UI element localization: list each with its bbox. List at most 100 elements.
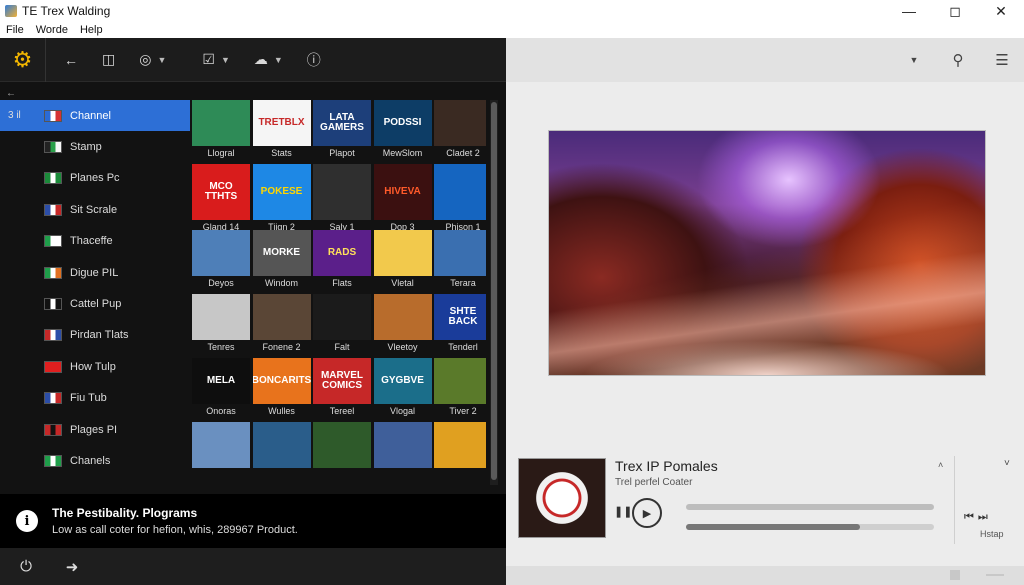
channel-tile[interactable]: Tiver 2 <box>434 358 486 418</box>
status-square <box>950 570 960 580</box>
flag-icon <box>44 392 62 405</box>
sidebar-item[interactable]: How Tulp <box>0 351 190 382</box>
sidebar-back[interactable]: ← <box>6 88 16 99</box>
channel-tile[interactable] <box>434 422 486 482</box>
flag-icon <box>44 203 62 216</box>
channel-tile[interactable]: RADS Flats <box>313 230 371 290</box>
search-icon[interactable]: ⚲ <box>936 38 980 82</box>
channel-thumbnail <box>313 294 371 340</box>
channel-tile[interactable]: Saly 1Hagats <box>313 164 371 241</box>
channel-tile[interactable]: Vletal <box>373 230 432 290</box>
channel-tile[interactable]: MARVEL COMICS Tereel <box>313 358 371 418</box>
close-icon[interactable]: ✕ <box>978 0 1024 22</box>
sidebar-item[interactable]: 3 il Channel <box>0 100 190 132</box>
channel-tile[interactable]: Tenres <box>192 294 250 354</box>
channel-thumbnail: GYGBVE <box>373 358 432 404</box>
seek-bar[interactable] <box>686 504 934 510</box>
forward-arrow-icon[interactable]: ➜ <box>52 558 92 576</box>
channel-caption: Tiver 2 <box>449 406 477 416</box>
channel-tile[interactable] <box>313 422 371 482</box>
flag-icon <box>44 235 62 248</box>
channel-thumbnail <box>434 358 486 404</box>
scrollbar-thumb[interactable] <box>491 102 497 480</box>
channel-caption: Vlogal <box>389 406 416 416</box>
volume-bar[interactable] <box>686 524 934 530</box>
grid-scrollbar[interactable] <box>490 100 498 485</box>
minimize-icon[interactable]: — <box>886 0 932 22</box>
play-button[interactable]: ▶ <box>632 498 662 528</box>
globe-icon[interactable]: ◎ ▼ <box>127 38 178 82</box>
channel-tile[interactable]: HIVEVADop 3Prosters <box>373 164 432 241</box>
bottom-bar: ⏻ ➜ <box>0 548 506 585</box>
channel-thumbnail: SHTE BACK <box>434 294 486 340</box>
sidebar-item[interactable]: Fiu Tub <box>0 383 190 414</box>
channel-tile[interactable]: PODSSI MewSlom <box>373 100 432 160</box>
app-icon <box>5 5 17 17</box>
gear-icon[interactable]: ⚙ <box>0 37 46 82</box>
dropdown-caret-icon[interactable]: ▼ <box>892 38 936 82</box>
sidebar-item[interactable]: Sit Scrale <box>0 194 190 225</box>
maximize-icon[interactable]: ◻ <box>932 0 978 22</box>
cloud-icon[interactable]: ☁ ▼ <box>242 38 295 82</box>
channel-caption: Cladet 2 <box>446 148 480 158</box>
track-title: Trex IP Pomales <box>615 458 718 474</box>
chevron-down-icon[interactable]: ˅ <box>1004 458 1010 469</box>
channel-tile[interactable]: MELA Onoras <box>192 358 250 418</box>
split-view-icon[interactable]: ◫ <box>90 38 127 82</box>
channel-tile[interactable]: Phison 1Dersemhsin <box>434 164 486 241</box>
channel-thumbnail <box>313 422 371 468</box>
channel-tile[interactable]: Cladet 2 <box>434 100 486 160</box>
channel-tile[interactable]: LATA GAMERS Plapot <box>313 100 371 160</box>
sidebar-item[interactable]: Chanels <box>0 445 190 476</box>
flag-icon <box>44 329 62 342</box>
chevron-up-icon[interactable]: ˄ <box>938 460 943 470</box>
channel-tile[interactable] <box>252 422 311 482</box>
sidebar-item[interactable]: Thaceffe <box>0 226 190 257</box>
channel-tile[interactable]: BONCARITS Wulles <box>252 358 311 418</box>
sidebar-item[interactable]: Stamp <box>0 131 190 162</box>
sidebar: 3 il Channel Stamp Planes Pc Sit Scrale Thace… <box>0 100 190 485</box>
channel-tile[interactable]: TRETBLX Stats <box>252 100 311 160</box>
flag-icon <box>44 266 62 279</box>
sidebar-item[interactable]: Digue PIL <box>0 257 190 288</box>
menu-worde[interactable]: Worde <box>30 24 74 36</box>
skip-controls[interactable]: ⏮⏭ <box>964 511 992 524</box>
channel-tile[interactable]: SHTE BACK Tenderl <box>434 294 486 354</box>
window-title: TE Trex Walding <box>22 4 111 18</box>
sidebar-item[interactable]: Pirdan Tlats <box>0 320 190 351</box>
right-toolbar: ▼ ⚲ ☰ <box>506 38 1024 82</box>
edit-icon[interactable]: ☑ ▼ <box>190 38 241 82</box>
channel-tile[interactable] <box>192 422 250 482</box>
power-icon[interactable]: ⏻ <box>6 558 46 575</box>
channel-thumbnail: PODSSI <box>373 100 432 146</box>
channel-tile[interactable]: GYGBVE Vlogal <box>373 358 432 418</box>
channel-thumbnail <box>434 422 486 468</box>
channel-tile[interactable]: Terara <box>434 230 486 290</box>
channel-tile[interactable]: Vleetoy <box>373 294 432 354</box>
sidebar-item[interactable]: Plages PI <box>0 414 190 445</box>
sidebar-item-label: Fiu Tub <box>70 392 107 405</box>
channel-tile[interactable]: POKESETiign 2Program <box>252 164 311 241</box>
flag-icon <box>44 423 62 436</box>
channel-tile[interactable] <box>373 422 432 482</box>
channel-tile[interactable]: Deyos <box>192 230 250 290</box>
menu-file[interactable]: File <box>0 24 30 36</box>
channel-tile[interactable]: Llogral <box>192 100 250 160</box>
channel-thumbnail <box>434 164 486 220</box>
channel-tile[interactable]: Falt <box>313 294 371 354</box>
hamburger-menu-icon[interactable]: ☰ <box>980 38 1024 82</box>
sidebar-item[interactable]: Planes Pc <box>0 163 190 194</box>
sidebar-item-label: Plages PI <box>70 423 118 436</box>
back-arrow-icon[interactable]: ← <box>52 38 90 82</box>
sidebar-item[interactable]: Cattel Pup <box>0 288 190 319</box>
menu-help[interactable]: Help <box>74 24 109 36</box>
channel-thumbnail <box>192 422 250 468</box>
info-circle-icon[interactable]: ⓘ <box>295 38 333 82</box>
info-title: The Pestibality. Plograms <box>52 506 198 520</box>
channel-tile[interactable]: MCO TTHTSGland 14Granes <box>192 164 250 241</box>
channel-thumbnail: MORKE <box>252 230 311 276</box>
channel-tile[interactable]: MORKE Windom <box>252 230 311 290</box>
channel-tile[interactable]: Fonene 2 <box>252 294 311 354</box>
pause-icon[interactable]: ❚❚ <box>614 505 632 518</box>
sidebar-item[interactable]: Panels <box>0 477 190 485</box>
